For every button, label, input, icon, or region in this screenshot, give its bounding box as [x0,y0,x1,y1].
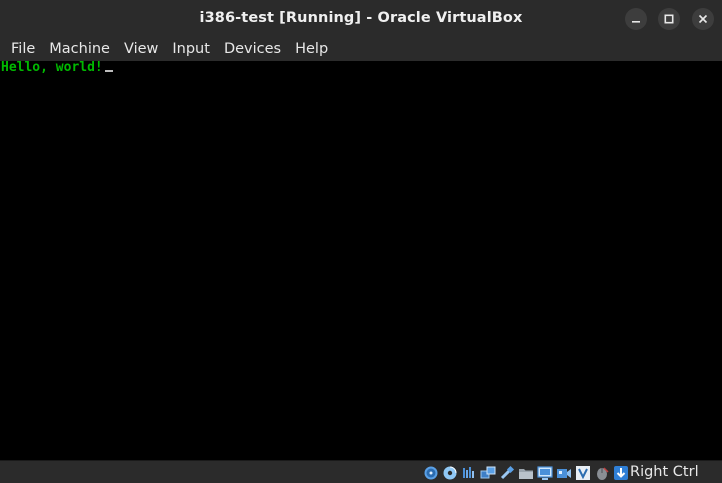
network-icon[interactable] [480,465,496,481]
maximize-button[interactable] [658,8,680,30]
virtualbox-window: i386-test [Running] - Oracle VirtualBox … [0,0,722,483]
optical-drive-icon[interactable] [442,465,458,481]
menu-file[interactable]: File [4,37,42,61]
status-indicators [423,464,629,481]
menu-bar: File Machine View Input Devices Help [0,37,722,61]
menu-machine[interactable]: Machine [42,37,117,61]
vm-display[interactable]: Hello, world! [0,60,722,460]
display-icon[interactable] [537,465,553,481]
close-icon [698,14,708,24]
virtualization-icon[interactable] [575,465,591,481]
menu-devices[interactable]: Devices [217,37,288,61]
window-title: i386-test [Running] - Oracle VirtualBox [199,10,523,26]
audio-icon[interactable] [461,465,477,481]
status-bar: Right Ctrl [0,460,722,483]
menu-view[interactable]: View [117,37,165,61]
keyboard-icon[interactable] [613,465,629,481]
minimize-icon [631,14,641,24]
video-capture-icon[interactable] [556,465,572,481]
usb-icon[interactable] [499,465,515,481]
maximize-icon [664,14,674,24]
menu-input[interactable]: Input [165,37,217,61]
host-key-label[interactable]: Right Ctrl [630,461,699,483]
console-text: Hello, world! [1,60,103,75]
hard-disk-icon[interactable] [423,465,439,481]
mouse-integration-icon[interactable] [594,465,610,481]
close-button[interactable] [692,8,714,30]
shared-folders-icon[interactable] [518,465,534,481]
title-bar[interactable]: i386-test [Running] - Oracle VirtualBox [0,0,722,37]
text-cursor [104,70,113,72]
console-output: Hello, world! [1,60,113,76]
minimize-button[interactable] [625,8,647,30]
menu-help[interactable]: Help [288,37,335,61]
